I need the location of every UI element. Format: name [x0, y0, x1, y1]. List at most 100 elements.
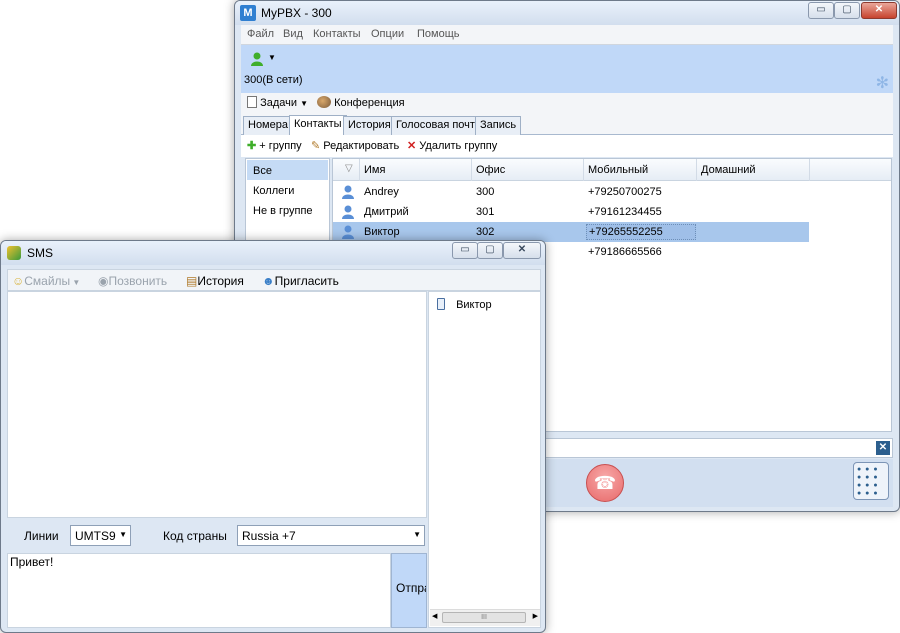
- sms-window-title: SMS: [27, 246, 54, 260]
- tab-history[interactable]: История: [343, 116, 396, 135]
- column-header-office[interactable]: Офис: [476, 164, 505, 176]
- edit-button[interactable]: ✎ Редактировать: [311, 139, 399, 152]
- tab-voicemail[interactable]: Голосовая почта: [391, 116, 486, 135]
- lines-select[interactable]: UMTS9 ▼: [70, 525, 131, 546]
- scroll-thumb[interactable]: III: [442, 612, 526, 623]
- dialpad-icon: ● ● ● ● ● ● ● ● ● ● ● ●: [857, 466, 879, 497]
- history-button[interactable]: ▤История: [186, 274, 244, 288]
- tab-contacts[interactable]: Контакты: [289, 115, 347, 136]
- scroll-right-icon[interactable]: ▶: [533, 612, 538, 620]
- column-separator: [696, 159, 697, 181]
- mobile-phone-icon: [437, 298, 445, 310]
- chat-history[interactable]: [7, 291, 427, 518]
- scroll-left-icon[interactable]: ◀: [432, 612, 437, 620]
- table-row-selected[interactable]: Виктор 302 +79265552255: [333, 222, 809, 242]
- tasks-button[interactable]: Задачи ▼: [247, 96, 308, 109]
- app-logo-icon: M: [240, 5, 256, 21]
- group-all[interactable]: Все: [247, 160, 328, 180]
- horizontal-scrollbar[interactable]: ◀ III ▶: [430, 609, 540, 626]
- menu-bar: Файл Вид Контакты Опции Помощь: [241, 25, 893, 45]
- sms-toolbar: ☺Смайлы ▼ ◉Позвонить ▤История ☻Пригласит…: [7, 269, 541, 291]
- smiles-button[interactable]: ☺Смайлы ▼: [12, 274, 80, 288]
- hangup-button[interactable]: ☎: [586, 464, 624, 502]
- cell-mobile-focused: +79265552255: [586, 224, 696, 240]
- menu-file[interactable]: Файл: [247, 28, 274, 40]
- clear-icon[interactable]: ✕: [876, 441, 890, 455]
- close-button[interactable]: ✕: [861, 2, 897, 19]
- call-button[interactable]: ◉Позвонить: [98, 274, 167, 288]
- column-header-mobile[interactable]: Мобильный: [588, 164, 648, 176]
- status-area: ▼ 300(В сети) ✻: [241, 45, 893, 93]
- country-label: Код страны: [163, 529, 227, 543]
- sms-minimize-button[interactable]: ▭: [452, 242, 478, 259]
- sms-app-icon: [7, 246, 21, 260]
- chevron-down-icon: ▼: [70, 278, 81, 287]
- invite-button[interactable]: ☻Пригласить: [262, 274, 339, 288]
- minimize-button[interactable]: ▭: [808, 2, 834, 19]
- dialpad-button[interactable]: ● ● ● ● ● ● ● ● ● ● ● ●: [853, 462, 889, 500]
- menu-contacts[interactable]: Контакты: [313, 28, 361, 40]
- send-button[interactable]: Отправить: [391, 553, 427, 628]
- column-separator: [471, 159, 472, 181]
- call-icon: ◉: [98, 274, 109, 288]
- delete-group-button[interactable]: ✕ Удалить группу: [407, 139, 497, 152]
- contact-icon: [342, 185, 354, 199]
- contacts-toolbar: ✚ + группу ✎ Редактировать ✕ Удалить гру…: [241, 135, 893, 157]
- add-group-icon: ✚: [247, 140, 257, 152]
- cell-mobile: +79161234455: [588, 206, 662, 218]
- chevron-down-icon: ▼: [300, 99, 308, 108]
- cell-name: Виктор: [364, 226, 400, 238]
- scroll-thumb-grip: III: [481, 614, 487, 621]
- menu-view[interactable]: Вид: [283, 28, 303, 40]
- call-label: Позвонить: [108, 274, 168, 288]
- column-header-name[interactable]: Имя: [364, 164, 385, 176]
- group-colleagues[interactable]: Коллеги: [247, 180, 328, 200]
- table-row[interactable]: Andrey 300 +79250700275: [333, 182, 809, 202]
- lines-value: UMTS9: [75, 529, 116, 543]
- group-ungrouped[interactable]: Не в группе: [247, 200, 328, 220]
- chevron-down-icon: ▼: [268, 53, 276, 62]
- tab-numbers[interactable]: Номера: [243, 116, 293, 135]
- conference-icon: [317, 96, 331, 108]
- menu-help[interactable]: Помощь: [417, 28, 460, 40]
- cell-office: 300: [476, 186, 495, 198]
- conference-button[interactable]: Конференция: [317, 96, 405, 109]
- sms-options-bar: Линии UMTS9 ▼ Код страны Russia +7 ▼: [7, 518, 427, 553]
- smile-icon: ☺: [12, 274, 25, 288]
- edit-icon: ✎: [311, 140, 321, 152]
- chevron-down-icon: ▼: [413, 530, 421, 539]
- add-group-button[interactable]: ✚ + группу: [247, 139, 302, 152]
- tab-recording[interactable]: Запись: [475, 116, 522, 135]
- user-status-button[interactable]: ▼: [249, 51, 279, 69]
- add-group-label: + группу: [259, 140, 302, 152]
- status-text: 300(В сети): [244, 74, 303, 86]
- sms-window: SMS ▭ ▢ ✕ ☺Смайлы ▼ ◉Позвонить ▤История …: [0, 240, 546, 633]
- send-label: Отправить: [396, 581, 426, 595]
- country-select[interactable]: Russia +7 ▼: [237, 525, 425, 546]
- smiles-label: Смайлы: [24, 274, 71, 288]
- sms-titlebar[interactable]: SMS ▭ ▢ ✕: [1, 241, 545, 265]
- phone-hangup-icon: ☎: [593, 473, 617, 493]
- table-row[interactable]: Дмитрий 301 +79161234455: [333, 202, 809, 222]
- column-header-home[interactable]: Домашний: [701, 164, 756, 176]
- recipients-list: Виктор: [428, 291, 541, 628]
- invite-label: Пригласить: [274, 274, 339, 288]
- mypbx-titlebar[interactable]: M MyPBX - 300 ▭ ▢ ✕: [235, 1, 899, 25]
- menu-options[interactable]: Опции: [371, 28, 404, 40]
- delete-group-label: Удалить группу: [419, 140, 498, 152]
- chevron-down-icon: ▼: [119, 530, 127, 539]
- cell-name: Дмитрий: [364, 206, 409, 218]
- recipient-item[interactable]: Виктор: [437, 298, 492, 314]
- cell-office: 301: [476, 206, 495, 218]
- edit-label: Редактировать: [323, 140, 400, 152]
- cell-mobile: +79250700275: [588, 186, 662, 198]
- message-input[interactable]: Привет!: [7, 553, 391, 628]
- user-status-icon: [251, 52, 263, 66]
- main-toolbar: Задачи ▼ Конференция: [241, 93, 893, 113]
- tasks-label: Задачи: [260, 97, 297, 109]
- filter-icon[interactable]: ▽: [345, 163, 353, 174]
- sms-maximize-button[interactable]: ▢: [477, 242, 503, 259]
- conference-label: Конференция: [334, 97, 405, 109]
- sms-close-button[interactable]: ✕: [503, 242, 541, 259]
- maximize-button[interactable]: ▢: [834, 2, 860, 19]
